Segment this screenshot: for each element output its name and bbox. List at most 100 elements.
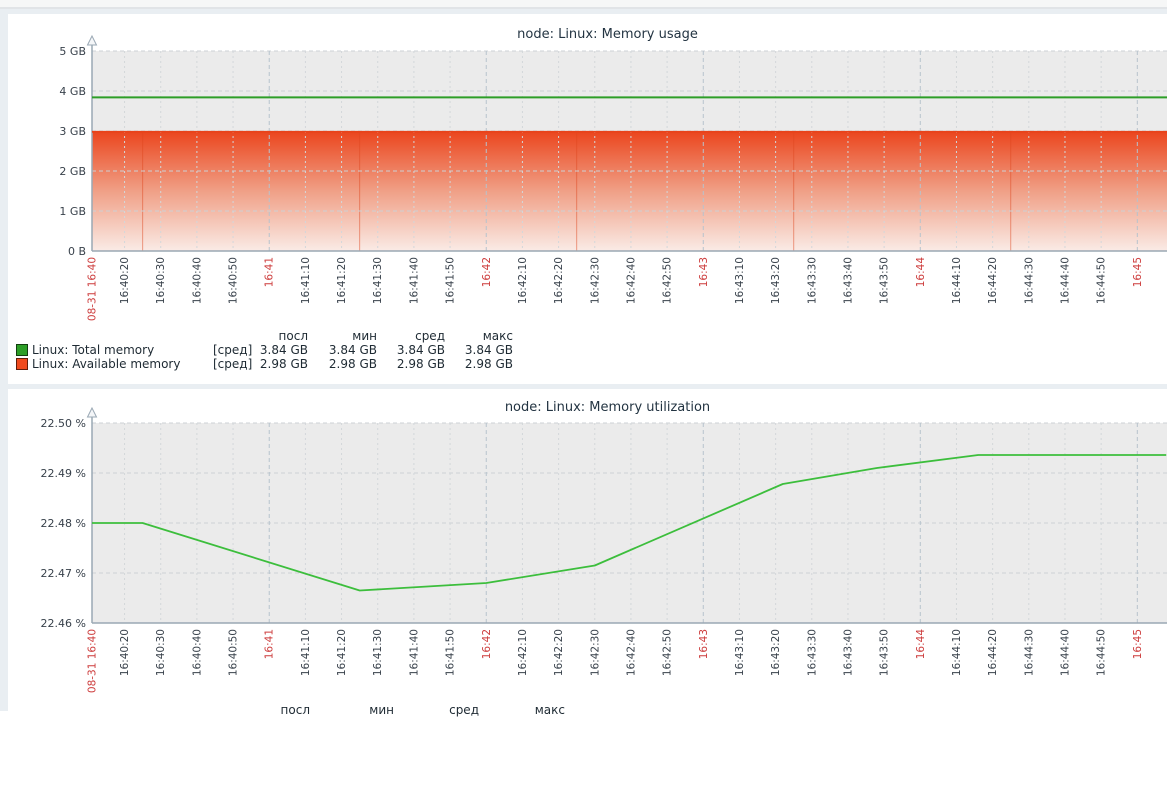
x-tick-label: 16:42:50 xyxy=(662,629,674,676)
x-tick-label: 16:43 xyxy=(698,629,710,659)
x-axis-labels: 08-31 16:40 16:40:20 16:40:30 16:40:40 16:40… xyxy=(87,257,1144,321)
x-axis-labels: 08-31 16:4016:40:2016:40:3016:40:4016:40… xyxy=(87,629,1144,693)
x-tick-label: 16:44:20 xyxy=(987,629,999,676)
y-axis-labels: 5 GB 4 GB 3 GB 2 GB 1 GB 0 B xyxy=(59,45,86,258)
x-tick-label: 16:43:40 xyxy=(843,257,855,304)
x-tick-label: 16:41:10 xyxy=(300,629,312,676)
legend-col-header: мин xyxy=(308,329,377,343)
y-tick-label: 22.49 % xyxy=(41,467,86,480)
legend-value: 2.98 GB xyxy=(253,357,308,371)
y-tick-label: 22.46 % xyxy=(41,617,86,630)
y-tick-label: 5 GB xyxy=(59,45,86,58)
legend-col-header: макс xyxy=(479,703,565,717)
x-tick-label: 16:40:40 xyxy=(191,257,203,304)
x-tick-label: 16:42:20 xyxy=(553,257,565,304)
memory-utilization-graph-panel: node: Linux: Memory utilization 22.50 %2… xyxy=(8,389,1167,789)
x-tick-label: 16:44:30 xyxy=(1023,257,1035,304)
legend-value: 3.84 GB xyxy=(445,343,513,357)
legend-item-name: Linux: Available memory xyxy=(32,357,180,371)
legend-col-header: макс xyxy=(445,329,513,343)
x-tick-label: 16:43 xyxy=(698,257,710,287)
x-tick-label: 16:41:50 xyxy=(445,257,457,304)
x-tick-label: 16:43:50 xyxy=(879,257,891,304)
graph-legend: послминсредмаксLinux: Total memory[сред]… xyxy=(16,329,513,371)
graph-legend: послминсредмакс xyxy=(16,703,565,717)
legend-col-header: посл xyxy=(253,329,308,343)
x-tick-label: 16:42:10 xyxy=(517,629,529,676)
y-tick-label: 4 GB xyxy=(59,85,86,98)
x-tick-label: 16:42:30 xyxy=(589,629,601,676)
x-tick-label: 16:44:50 xyxy=(1096,257,1108,304)
x-tick-label: 16:44:10 xyxy=(951,629,963,676)
x-tick-label: 16:41 xyxy=(264,629,276,659)
legend-swatch-icon xyxy=(16,344,28,356)
x-tick-label: 16:40:50 xyxy=(228,257,240,304)
x-tick-label: 16:44:40 xyxy=(1060,629,1072,676)
legend-aggregation: [сред] xyxy=(213,343,253,357)
legend-aggregation: [сред] xyxy=(213,357,253,371)
x-tick-label: 16:41:20 xyxy=(336,257,348,304)
x-tick-label: 16:41:30 xyxy=(372,629,384,676)
x-tick-label: 16:42:40 xyxy=(625,629,637,676)
legend-spacer xyxy=(213,703,253,717)
chart-title: node: Linux: Memory usage xyxy=(8,27,1167,42)
x-tick-label: 16:40:40 xyxy=(191,629,203,676)
page-background: node: Linux: Memory usage 5 GB 4 GB 3 GB 2 … xyxy=(0,9,1167,711)
x-tick-label: 16:45 xyxy=(1132,629,1144,659)
y-tick-label: 3 GB xyxy=(59,125,86,138)
legend-value: 3.84 GB xyxy=(308,343,377,357)
legend-col-header: мин xyxy=(310,703,394,717)
x-tick-label: 16:42:10 xyxy=(517,257,529,304)
x-tick-label: 16:43:10 xyxy=(734,629,746,676)
legend-value: 2.98 GB xyxy=(445,357,513,371)
x-tick-label: 16:42 xyxy=(481,629,493,659)
x-tick-label: 16:41 xyxy=(264,257,276,287)
x-tick-label: 16:44:40 xyxy=(1060,257,1072,304)
memory-utilization-graph: 22.50 %22.49 %22.48 %22.47 %22.46 %08-31… xyxy=(8,389,1167,793)
x-tick-label: 16:44:50 xyxy=(1096,629,1108,676)
legend-spacer xyxy=(16,329,213,343)
legend-spacer xyxy=(16,703,213,717)
x-tick-label: 16:42:40 xyxy=(625,257,637,304)
x-tick-label: 16:40:30 xyxy=(155,629,167,676)
y-axis-labels: 22.50 %22.49 %22.48 %22.47 %22.46 % xyxy=(41,417,86,630)
x-tick-label: 16:42:30 xyxy=(589,257,601,304)
x-tick-label: 16:43:30 xyxy=(806,257,818,304)
x-tick-label: 16:41:50 xyxy=(445,629,457,676)
x-tick-label: 16:41:30 xyxy=(372,257,384,304)
legend-swatch-icon xyxy=(16,358,28,370)
y-tick-label: 22.47 % xyxy=(41,567,86,580)
x-tick-label: 16:42 xyxy=(481,257,493,287)
y-tick-label: 0 B xyxy=(68,245,86,258)
x-tick-label: 16:44:10 xyxy=(951,257,963,304)
x-tick-label: 16:42:50 xyxy=(662,257,674,304)
legend-item-label: Linux: Available memory xyxy=(16,357,213,371)
x-tick-label: 08-31 16:40 xyxy=(87,257,99,321)
x-tick-label: 16:41:20 xyxy=(336,629,348,676)
x-tick-label: 16:44:30 xyxy=(1023,629,1035,676)
x-tick-label: 16:40:30 xyxy=(155,257,167,304)
legend-col-header: посл xyxy=(253,703,310,717)
plot-svg: 22.50 %22.49 %22.48 %22.47 %22.46 %08-31… xyxy=(8,389,1167,789)
x-tick-label: 16:40:50 xyxy=(228,629,240,676)
x-tick-label: 16:40:20 xyxy=(119,629,131,676)
memory-usage-graph-panel: node: Linux: Memory usage 5 GB 4 GB 3 GB 2 … xyxy=(8,14,1167,384)
y-tick-label: 22.50 % xyxy=(41,417,86,430)
legend-value: 3.84 GB xyxy=(253,343,308,357)
x-tick-label: 16:42:20 xyxy=(553,629,565,676)
x-tick-label: 16:43:40 xyxy=(843,629,855,676)
browser-chrome-strip xyxy=(0,0,1167,9)
x-tick-label: 16:44:20 xyxy=(987,257,999,304)
legend-value: 3.84 GB xyxy=(377,343,445,357)
legend-item-name: Linux: Total memory xyxy=(32,343,154,357)
x-tick-label: 16:41:40 xyxy=(408,629,420,676)
x-tick-label: 16:40:20 xyxy=(119,257,131,304)
y-tick-label: 2 GB xyxy=(59,165,86,178)
y-tick-label: 1 GB xyxy=(59,205,86,218)
x-tick-label: 16:43:20 xyxy=(770,257,782,304)
legend-spacer xyxy=(213,329,253,343)
x-tick-label: 16:43:10 xyxy=(734,257,746,304)
x-tick-label: 16:41:40 xyxy=(408,257,420,304)
chart-title: node: Linux: Memory utilization xyxy=(8,400,1167,415)
x-tick-label: 16:44 xyxy=(915,629,927,660)
